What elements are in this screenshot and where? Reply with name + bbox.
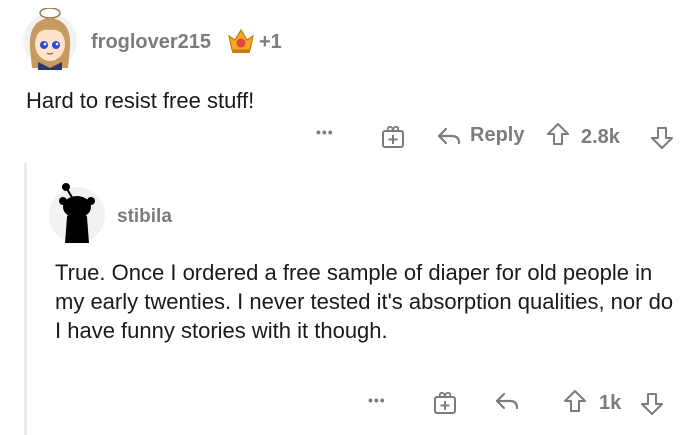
upvote-button[interactable] (546, 121, 570, 147)
reply-username[interactable]: stibila (117, 206, 172, 228)
avatar[interactable] (45, 177, 105, 245)
avatar-illustration (23, 8, 77, 70)
comment: froglover215 +1 Hard to resist free stuf… (0, 0, 700, 170)
downvote-icon (641, 393, 663, 415)
gift-icon[interactable] (432, 389, 458, 415)
reply-label: Reply (470, 124, 525, 146)
avatar[interactable] (22, 8, 78, 70)
reply-button[interactable] (494, 390, 520, 412)
upvote-button[interactable] (563, 388, 587, 414)
downvote-button[interactable] (640, 391, 664, 417)
reply-arrow-icon (437, 127, 461, 144)
gift-icon[interactable] (380, 123, 406, 149)
award-icon[interactable] (226, 26, 256, 56)
snoo-avatar-icon (49, 183, 105, 243)
more-button[interactable]: ••• (368, 392, 386, 408)
downvote-button[interactable] (650, 125, 674, 151)
more-icon: ••• (368, 392, 386, 408)
reply-comment: stibila True. Once I ordered a free samp… (0, 170, 700, 435)
upvote-icon (547, 123, 569, 145)
reply-text: True. Once I ordered a free sample of di… (55, 260, 674, 343)
more-button[interactable]: ••• (316, 124, 334, 140)
downvote-icon (651, 127, 673, 149)
comment-text: Hard to resist free stuff! (26, 88, 255, 113)
award-count: +1 (259, 31, 282, 53)
vote-score: 1k (599, 392, 622, 414)
vote-score: 2.8k (581, 126, 620, 148)
reply-arrow-icon (495, 392, 519, 410)
upvote-icon (564, 390, 586, 412)
comment-username[interactable]: froglover215 (91, 31, 211, 54)
more-icon: ••• (316, 124, 334, 140)
reply-button[interactable]: Reply (436, 124, 524, 147)
